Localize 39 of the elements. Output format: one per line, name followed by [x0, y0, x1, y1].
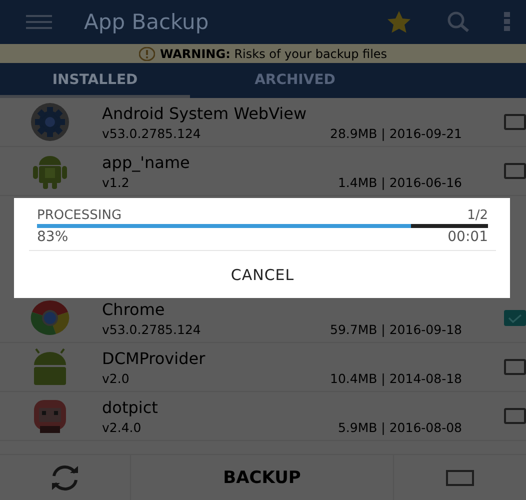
- search-icon[interactable]: [446, 11, 470, 33]
- app-size-date: 28.9MB | 2016-09-21: [330, 126, 462, 140]
- warning-banner[interactable]: WARNING: Risks of your backup files: [0, 44, 526, 63]
- checkbox[interactable]: [504, 310, 526, 326]
- checkbox[interactable]: [504, 359, 526, 375]
- app-version: v1.2: [102, 174, 130, 190]
- app-version: v2.0: [102, 370, 130, 386]
- backup-button[interactable]: BACKUP: [131, 455, 394, 500]
- more-icon[interactable]: [504, 12, 510, 32]
- cancel-button[interactable]: CANCEL: [220, 262, 304, 288]
- refresh-icon[interactable]: [49, 464, 81, 492]
- app-size-date: 5.9MB | 2016-08-08: [338, 420, 462, 434]
- checkbox[interactable]: [504, 408, 526, 424]
- app-name: DCMProvider: [102, 348, 206, 368]
- app-size-date: 10.4MB | 2014-08-18: [330, 370, 462, 386]
- checkbox[interactable]: [504, 114, 526, 130]
- app-name: dotpict: [102, 398, 159, 416]
- app-name: app_'name: [102, 152, 191, 172]
- progress-percent: 83%: [37, 229, 68, 245]
- check-icon: [508, 314, 522, 322]
- select-all-checkbox[interactable]: [446, 470, 474, 486]
- app-title: App Backup: [84, 10, 210, 34]
- elapsed-time: 00:01: [448, 229, 488, 245]
- tab[interactable]: ARCHIVED: [200, 63, 390, 98]
- warning-icon: [138, 46, 155, 60]
- warning-text: WARNING: Risks of your backup files: [160, 46, 388, 60]
- app-version: v53.0.2785.124: [102, 126, 201, 140]
- app-size-date: 59.7MB | 2016-09-18: [330, 322, 462, 336]
- checkbox[interactable]: [504, 163, 526, 179]
- app-name: Chrome: [102, 300, 166, 318]
- progress-count: 1/2: [467, 208, 488, 223]
- app-name: Android System WebView: [102, 104, 308, 122]
- tab[interactable]: INSTALLED: [0, 63, 190, 98]
- star-icon[interactable]: [386, 10, 412, 34]
- menu-icon[interactable]: [26, 15, 52, 29]
- dialog-title: PROCESSING: [37, 208, 122, 223]
- app-size-date: 1.4MB | 2016-06-16: [338, 174, 462, 190]
- app-version: v53.0.2785.124: [102, 322, 201, 336]
- app-version: v2.4.0: [102, 420, 142, 434]
